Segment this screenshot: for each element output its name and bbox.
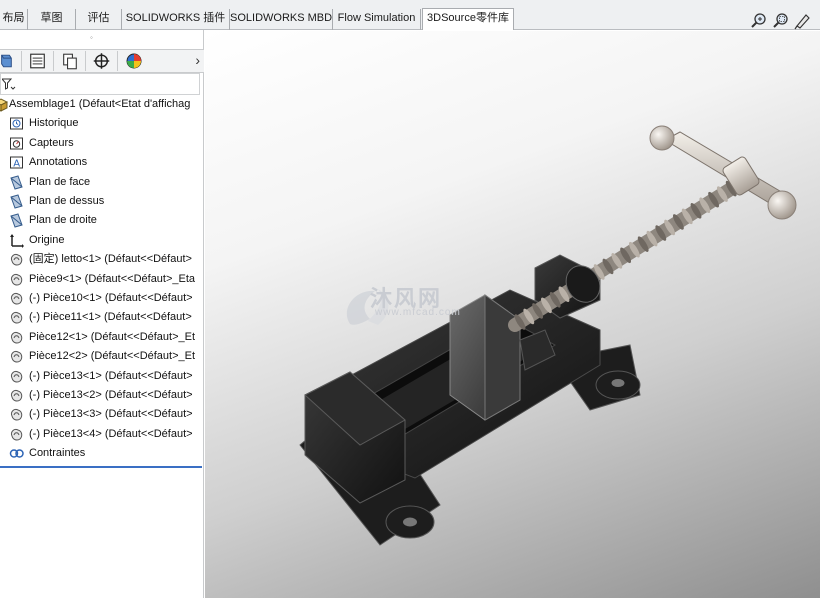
tree-item[interactable]: (-) Pièce13<3> (Défaut<<Défaut> [0,405,204,424]
bench-vise-model[interactable] [205,31,820,598]
svg-text:A: A [13,159,20,170]
tree-item[interactable]: Plan de face [0,173,204,192]
feature-manager-tabs: › [0,49,204,73]
annotations-icon: A [10,156,23,170]
plane-icon [10,213,23,228]
plane-icon [10,174,23,190]
tree-item[interactable]: Contraintes [0,444,204,463]
tree-item[interactable]: Plan de dessus [0,192,204,211]
part-icon [11,331,23,344]
tree-item-label: Pièce12<2> (Défaut<<Défaut>_Et [29,350,196,363]
tab-layout[interactable]: 布局 [0,9,28,30]
tree-item[interactable]: Plan de droite [0,211,204,230]
panel-grip-icon[interactable]: ◦ [90,33,93,42]
plane-icon [10,194,23,209]
tree-item[interactable]: (-) Pièce13<1> (Défaut<<Défaut> [0,367,204,386]
tree-item-label: Pièce12<1> (Défaut<<Défaut>_Et [29,330,196,343]
filter-icon[interactable] [2,77,16,91]
tab-flow-simulation[interactable]: Flow Simulation [333,9,421,30]
tree-item-label: Plan de droite [29,214,97,227]
part-icon [11,312,23,324]
tab-solidworks-mbd[interactable]: SOLIDWORKS MBD [230,9,333,30]
tree-end-marker[interactable] [0,465,202,468]
tree-item[interactable]: Assemblage1 (Défaut<Etat d'affichag [0,95,204,114]
feature-tree-icon[interactable] [0,51,22,71]
tree-item-label: Historique [29,117,79,130]
tab-solidworks-addins[interactable]: SOLIDWORKS 插件 [122,9,230,30]
history-icon [10,117,23,130]
tree-item[interactable]: Pièce12<2> (Défaut<<Défaut>_Et [0,347,204,366]
sensors-icon [10,137,23,150]
tree-item-label: Plan de face [29,175,91,188]
tab-evaluate[interactable]: 评估 [76,9,122,30]
assembly-icon [0,98,8,112]
tree-item-label: (-) Pièce13<1> (Défaut<<Défaut> [29,369,193,382]
tree-item-label: Assemblage1 (Défaut<Etat d'affichag [9,98,191,110]
configuration-manager-icon[interactable] [54,51,86,71]
feature-filter-bar[interactable] [0,73,200,95]
part-icon [11,273,23,286]
tree-item-label: Pièce9<1> (Défaut<<Défaut>_Eta [29,272,196,285]
tree-item[interactable]: (-) Pièce11<1> (Défaut<<Défaut> [0,308,204,327]
part-icon [11,370,23,383]
tree-item-label: (-) Pièce10<1> (Défaut<<Défaut> [29,292,193,304]
graphics-area[interactable]: 沐风网 www.mfcad.com [205,31,820,598]
feature-manager-panel: ◦ › Assemblage1 (Défaut<Etat d'affichag … [0,30,204,598]
tab-3dsource-library[interactable]: 3DSource零件库 [422,8,514,30]
tree-item-label: (-) Pièce13<2> (Défaut<<Défaut> [29,389,193,401]
previous-view-icon[interactable] [794,12,812,30]
tree-item[interactable]: Origine [0,231,204,250]
tree-item[interactable]: A Annotations [0,153,204,172]
tree-item-label: (固定) letto<1> (Défaut<<Défaut> [29,253,192,266]
tree-item[interactable]: (固定) letto<1> (Défaut<<Défaut> [0,250,204,269]
tree-item-label: Origine [29,233,65,246]
part-icon [11,409,23,421]
origin-icon [10,233,24,248]
tree-item[interactable]: (-) Pièce10<1> (Défaut<<Défaut> [0,289,204,308]
tree-item-label: (-) Pièce13<3> (Défaut<<Défaut> [29,408,193,421]
tree-item-label: Capteurs [29,136,74,149]
tree-item-label: (-) Pièce11<1> (Défaut<<Défaut> [29,311,192,324]
watermark-url: www.mfcad.com [375,307,461,318]
zoom-to-area-icon[interactable] [772,12,790,30]
tree-item-label: Plan de dessus [29,195,105,207]
tree-item-label: Contraintes [29,447,86,460]
tree-item-label: (-) Pièce13<4> (Défaut<<Défaut> [29,427,193,440]
heads-up-view-toolbar [746,12,820,32]
more-tabs-chevron-icon[interactable]: › [195,52,200,68]
tree-item[interactable]: Capteurs [0,134,204,153]
tree-item[interactable]: (-) Pièce13<2> (Défaut<<Défaut> [0,386,204,405]
tree-item[interactable]: Pièce9<1> (Défaut<<Défaut>_Eta [0,270,204,289]
tree-item-label: Annotations [29,156,88,169]
property-manager-icon[interactable] [22,51,54,71]
part-icon [11,351,23,363]
part-icon [11,293,23,305]
part-icon [11,428,23,441]
dimxpert-icon[interactable] [86,51,118,71]
tab-sketch[interactable]: 草图 [28,9,76,30]
part-icon [11,254,23,266]
tree-item[interactable]: Pièce12<1> (Défaut<<Défaut>_Et [0,328,204,347]
tree-item[interactable]: Historique [0,114,204,133]
zoom-to-fit-icon[interactable] [750,12,768,30]
display-manager-icon[interactable] [118,51,150,71]
lead-screw[interactable] [508,173,752,332]
command-manager-tabs: 布局 草图 评估 SOLIDWORKS 插件 SOLIDWORKS MBD Fl… [0,0,820,30]
mates-icon [9,449,24,458]
tree-item[interactable]: (-) Pièce13<4> (Défaut<<Défaut> [0,425,204,444]
part-icon [11,390,23,402]
